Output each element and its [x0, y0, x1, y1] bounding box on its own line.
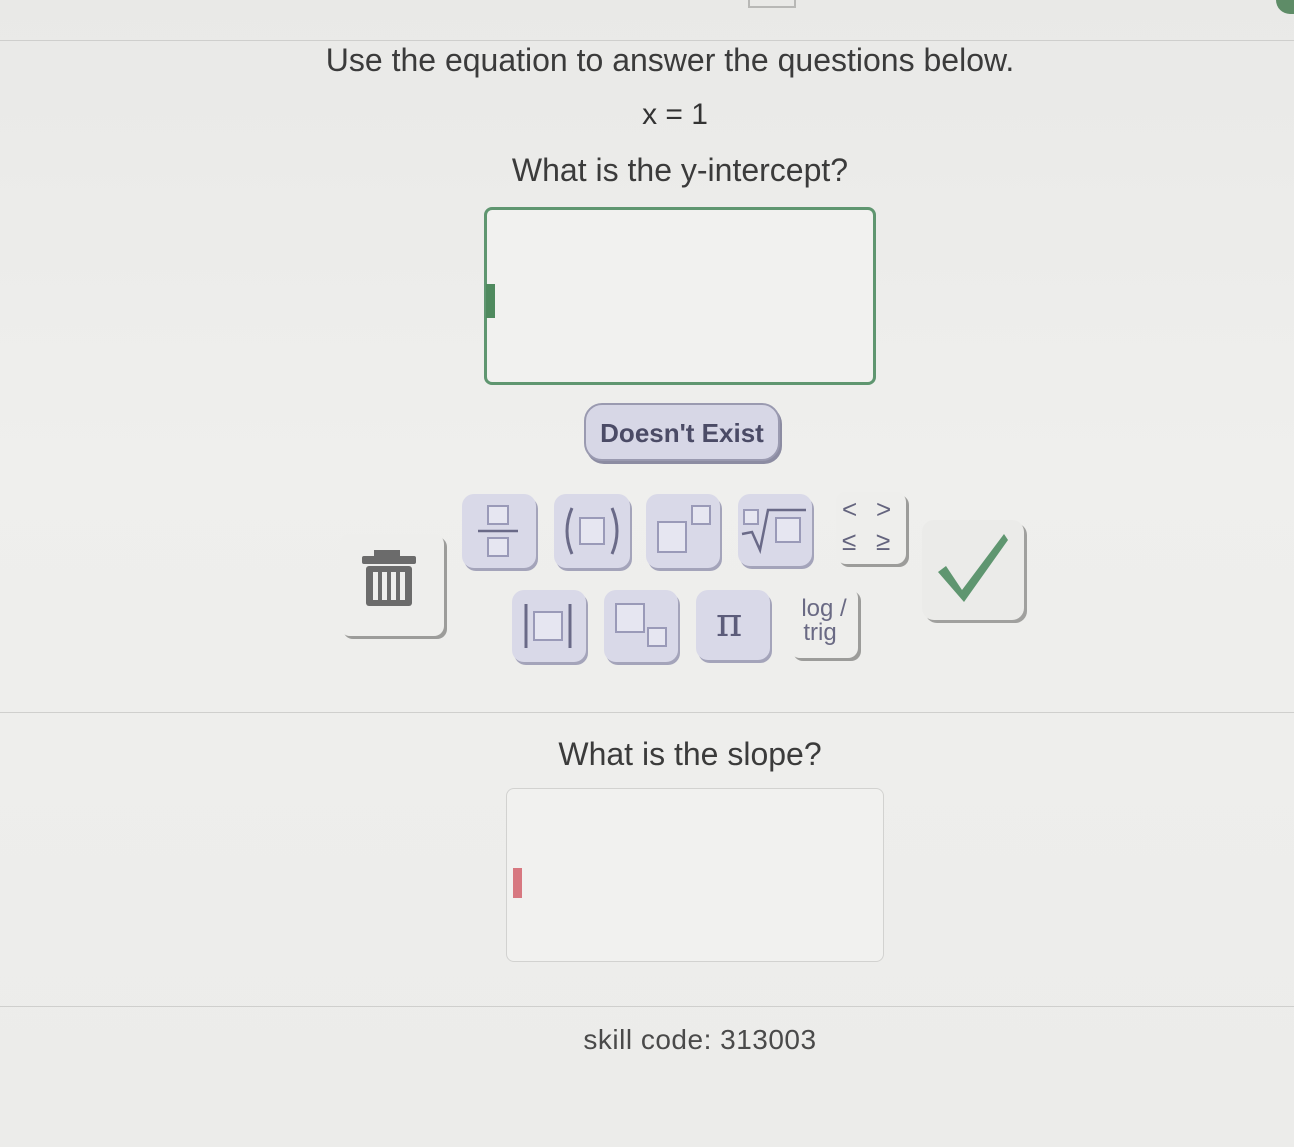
inequality-key[interactable]: < > ≤ ≥ [836, 492, 906, 564]
fraction-icon [478, 505, 518, 557]
less-equal-symbol: ≤ [842, 526, 857, 556]
question-y-intercept: What is the y-intercept? [511, 152, 849, 188]
trig-label: trig [803, 619, 837, 646]
parentheses-icon [565, 507, 619, 555]
divider-top [0, 40, 1294, 41]
submit-check-button[interactable] [922, 520, 1024, 620]
divider-bottom [0, 1006, 1294, 1007]
nth-root-icon [741, 508, 806, 555]
equation: x = 1 [642, 98, 708, 131]
greater-equal-symbol: ≥ [876, 526, 891, 556]
nth-root-key[interactable] [738, 494, 812, 566]
instruction-text: Use the equation to answer the questions… [325, 42, 1015, 78]
slope-answer-input[interactable] [506, 788, 884, 962]
skill-code: skill code: 313003 [583, 1024, 817, 1055]
check-icon [938, 534, 1008, 602]
clear-button[interactable] [340, 534, 444, 636]
absolute-value-key[interactable] [512, 590, 586, 662]
greater-than-symbol: > [876, 494, 892, 524]
y-intercept-answer-input[interactable] [484, 207, 876, 385]
top-tab-icon [748, 0, 796, 8]
exponent-icon [657, 505, 711, 553]
trash-icon [362, 550, 416, 606]
fraction-key[interactable] [462, 494, 536, 568]
text-cursor [486, 284, 495, 318]
subscript-icon [615, 603, 667, 647]
pi-key[interactable]: π [696, 590, 770, 660]
less-than-symbol: < [842, 494, 858, 524]
text-cursor-inactive [513, 868, 522, 898]
question-slope: What is the slope? [558, 736, 822, 772]
pi-label: π [716, 600, 743, 646]
doesnt-exist-button[interactable]: Doesn't Exist [584, 403, 780, 461]
divider-middle [0, 712, 1294, 713]
corner-indicator [1276, 0, 1294, 14]
exponent-key[interactable] [646, 494, 720, 568]
subscript-key[interactable] [604, 590, 678, 662]
page-background: Use the equation to answer the questions… [0, 0, 1294, 1147]
log-trig-key[interactable]: log / trig [790, 588, 858, 658]
absolute-value-icon [524, 604, 572, 648]
parentheses-key[interactable] [554, 494, 630, 568]
